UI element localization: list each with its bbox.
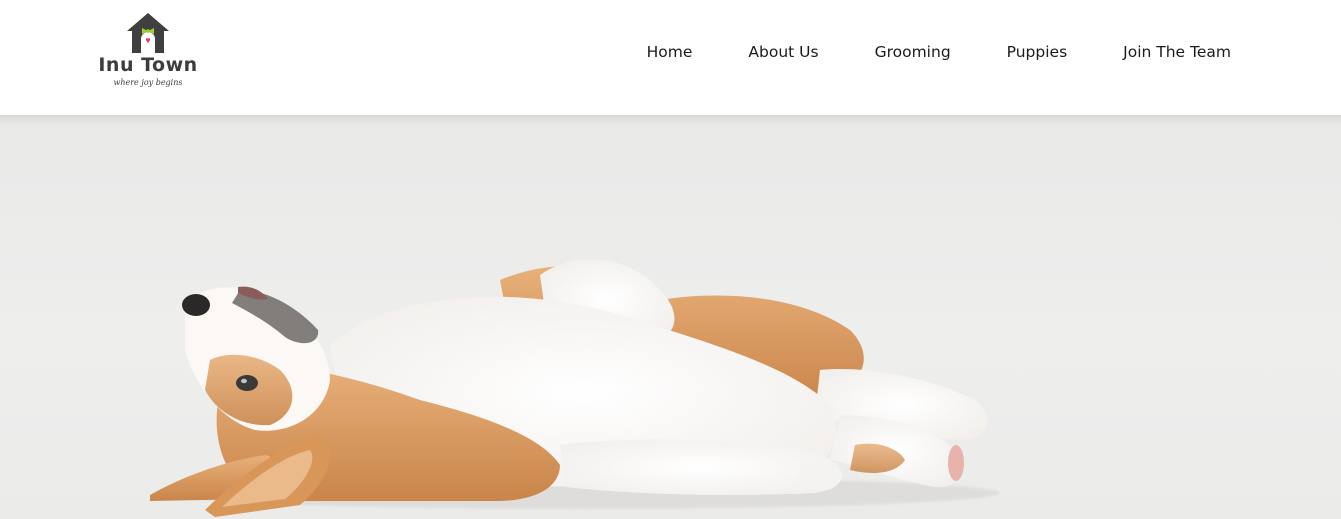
nav-about-us[interactable]: About Us — [748, 43, 818, 61]
brand-tagline: where joy begins — [113, 78, 183, 87]
house-logo-icon — [127, 13, 169, 53]
main-navigation: Home About Us Grooming Puppies Join The … — [647, 38, 1231, 66]
brand-name: Inu Town — [98, 54, 198, 76]
nav-join-the-team[interactable]: Join The Team — [1123, 43, 1231, 61]
nav-home[interactable]: Home — [647, 43, 693, 61]
hero-banner — [0, 115, 1341, 519]
nav-puppies[interactable]: Puppies — [1007, 43, 1068, 61]
site-logo[interactable]: Inu Town where joy begins — [90, 12, 206, 94]
puppy-nose — [182, 294, 210, 316]
site-header: Inu Town where joy begins Home About Us … — [0, 0, 1341, 115]
nav-grooming[interactable]: Grooming — [875, 43, 951, 61]
corgi-puppy-image — [150, 259, 1000, 517]
